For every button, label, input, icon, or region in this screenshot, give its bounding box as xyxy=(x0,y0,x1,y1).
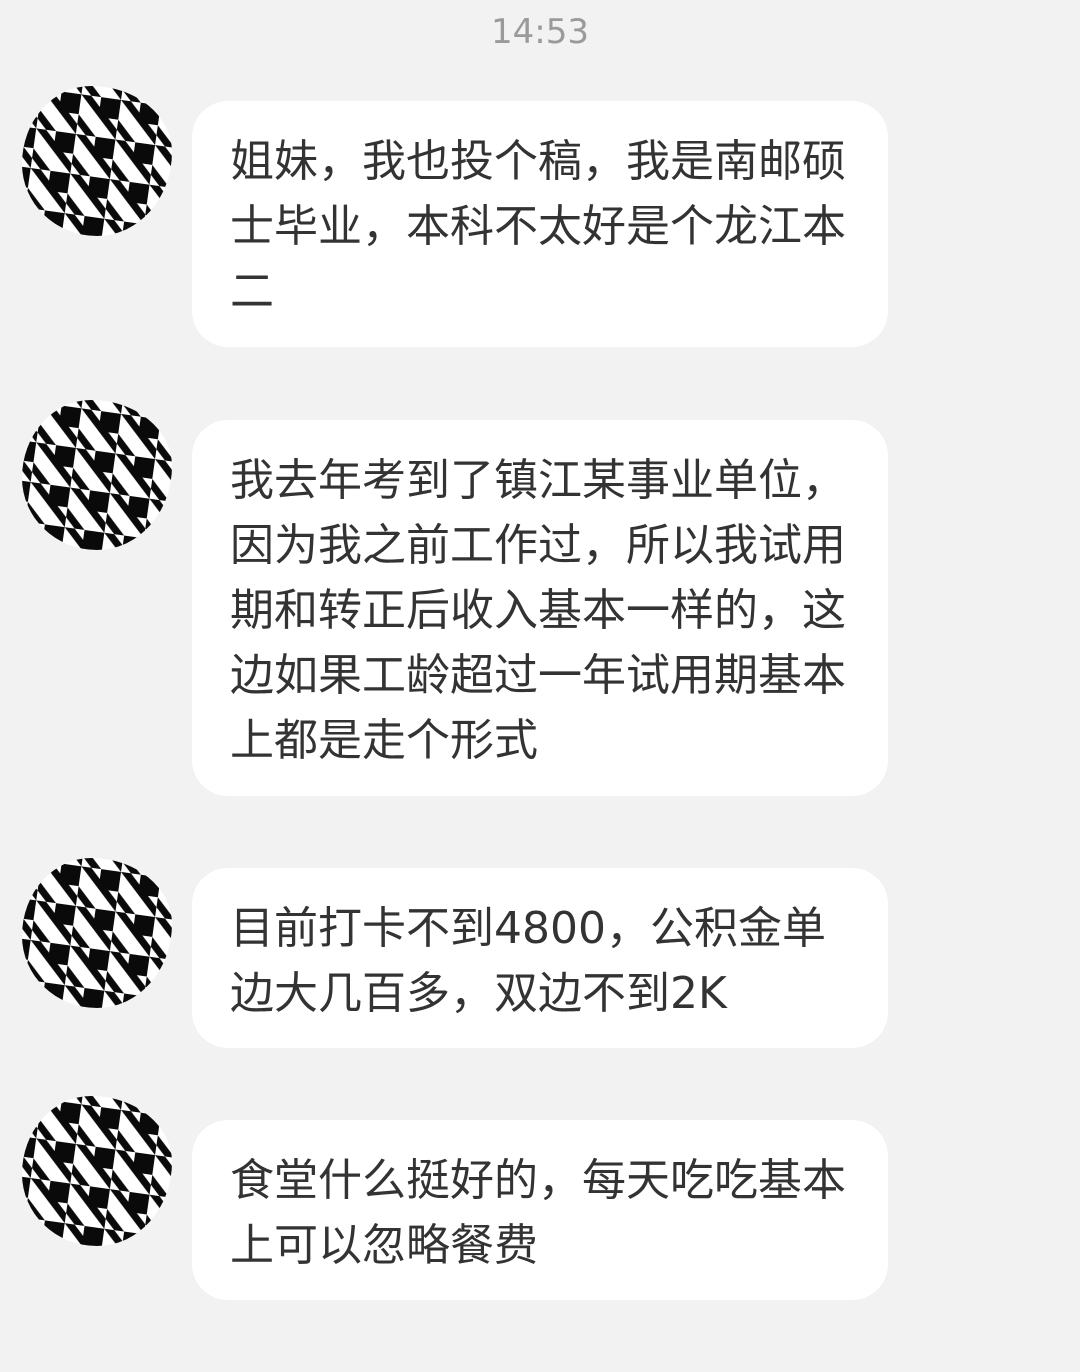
houndstooth-avatar-icon[interactable] xyxy=(22,400,172,550)
message-bubble[interactable]: 目前打卡不到4800，公积金单边大几百多，双边不到2K xyxy=(192,868,888,1048)
message-bubble[interactable]: 姐妹，我也投个稿，我是南邮硕士毕业，本科不太好是个龙江本二 xyxy=(192,101,888,347)
message-bubble[interactable]: 食堂什么挺好的，每天吃吃基本上可以忽略餐费 xyxy=(192,1120,888,1300)
houndstooth-avatar-icon[interactable] xyxy=(22,86,172,236)
houndstooth-avatar-icon[interactable] xyxy=(22,858,172,1008)
message-bubble[interactable]: 我去年考到了镇江某事业单位，因为我之前工作过，所以我试用期和转正后收入基本一样的… xyxy=(192,420,888,796)
houndstooth-avatar-icon[interactable] xyxy=(22,1096,172,1246)
chat-timestamp: 14:53 xyxy=(491,12,589,52)
